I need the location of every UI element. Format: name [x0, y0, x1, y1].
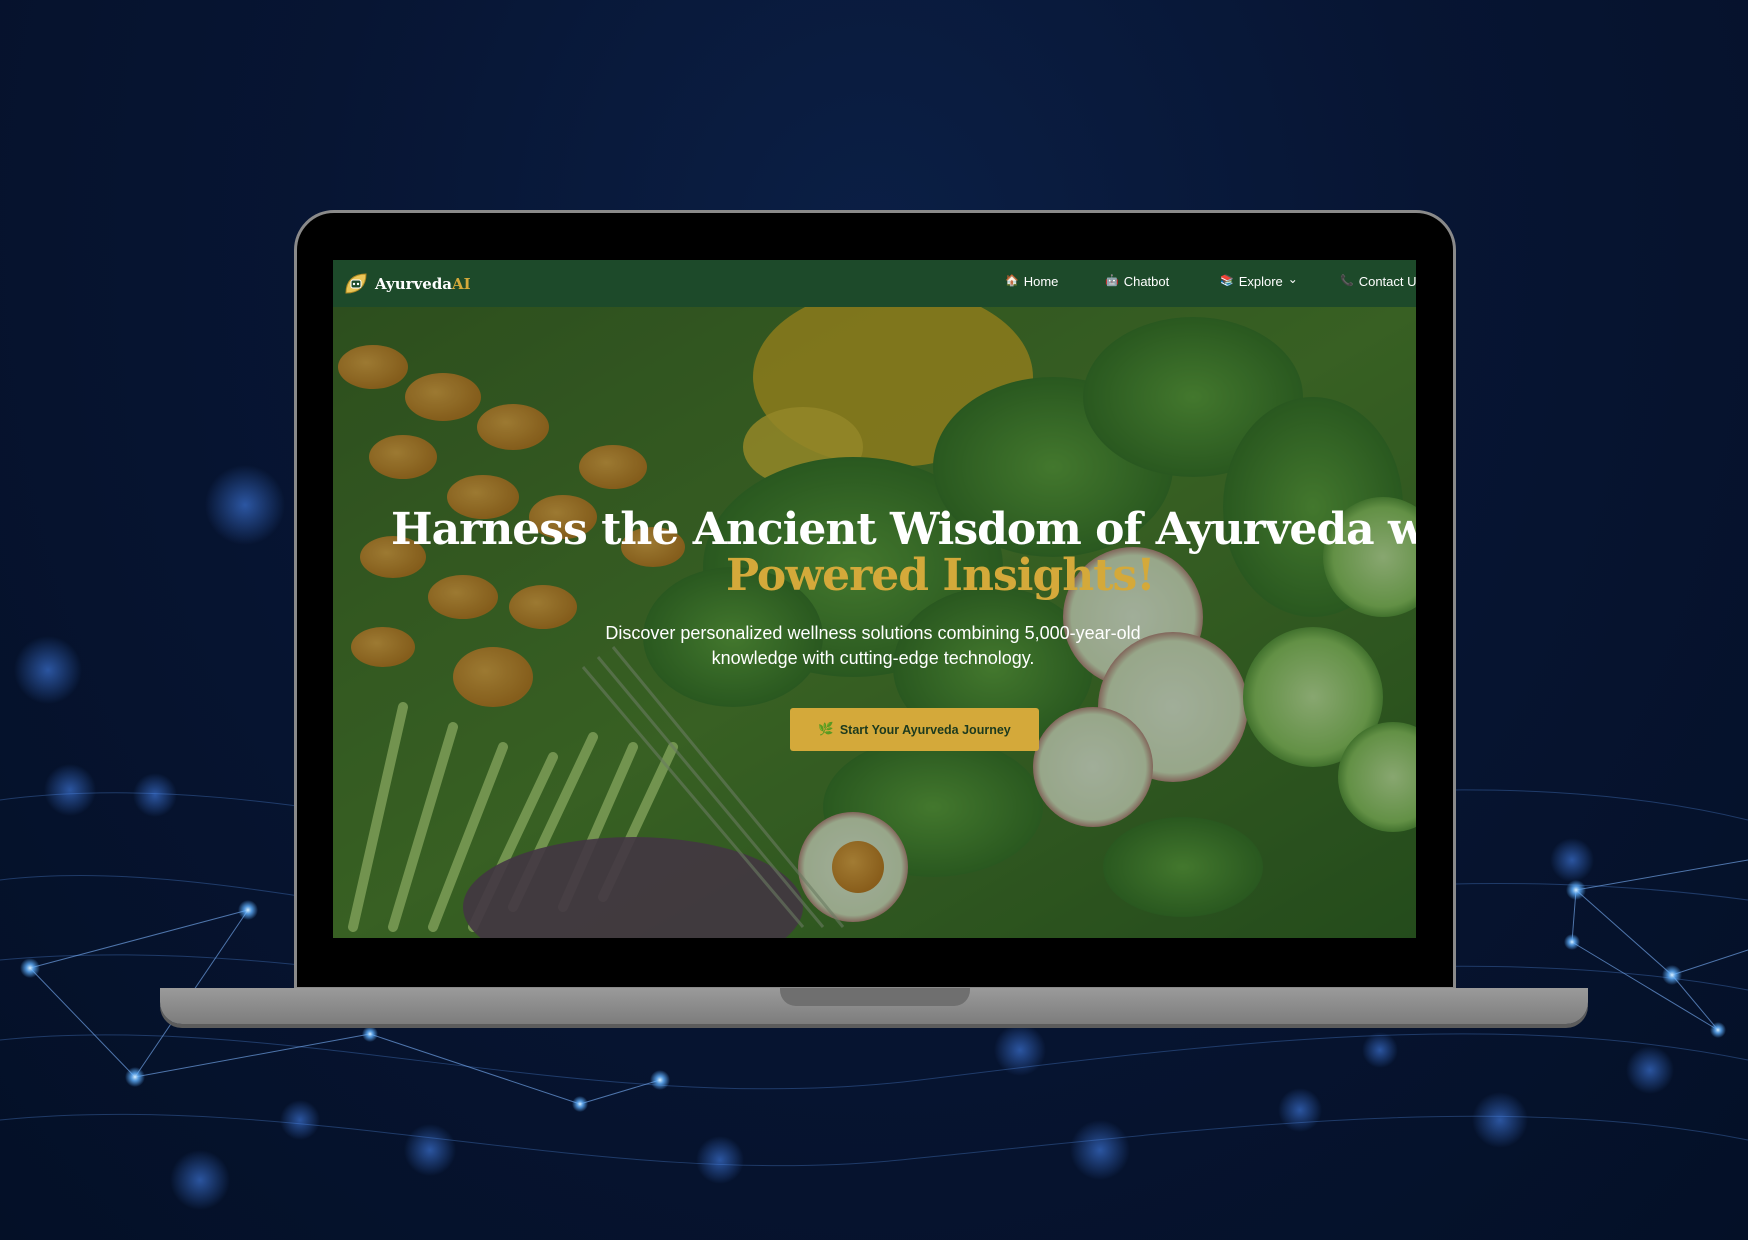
site-navbar: AyurvedaAI 🏠 Home 🤖 Chatbot 📚 Explore ⌄ [333, 260, 1416, 307]
hero-subtitle: Discover personalized wellness solutions… [605, 623, 1141, 668]
chevron-down-icon: ⌄ [1287, 271, 1298, 286]
start-journey-label: Start Your Ayurveda Journey [839, 722, 1011, 737]
start-journey-button[interactable]: 🌿 Start Your Ayurveda Journey [790, 708, 1039, 751]
nav-chatbot[interactable]: 🤖 Chatbot [1105, 274, 1169, 289]
hero-section: Harness the Ancient Wisdom of Ayurveda w… [333, 307, 1416, 938]
nav-contact-label: Contact U [1358, 274, 1416, 289]
books-icon: 📚 [1220, 275, 1234, 287]
sprout-icon: 🌿 [818, 722, 834, 736]
nav-contact[interactable]: 📞 Contact U [1340, 274, 1416, 289]
nav-home-label: Home [1023, 274, 1059, 289]
robot-icon: 🤖 [1105, 275, 1119, 287]
laptop-screen: AyurvedaAI 🏠 Home 🤖 Chatbot 📚 Explore ⌄ [333, 260, 1416, 938]
nav-explore-dropdown[interactable]: 📚 Explore ⌄ [1220, 271, 1298, 290]
main-nav: 🏠 Home 🤖 Chatbot 📚 Explore ⌄ 📞 Contact U [333, 260, 1416, 307]
phone-icon: 📞 [1340, 275, 1354, 287]
laptop-mockup: AyurvedaAI 🏠 Home 🤖 Chatbot 📚 Explore ⌄ [0, 0, 1748, 1240]
nav-explore-label: Explore [1238, 274, 1283, 289]
house-icon: 🏠 [1005, 275, 1019, 287]
nav-home[interactable]: 🏠 Home [1005, 274, 1058, 289]
laptop-hinge-notch [780, 988, 970, 1006]
nav-chatbot-label: Chatbot [1123, 274, 1170, 289]
